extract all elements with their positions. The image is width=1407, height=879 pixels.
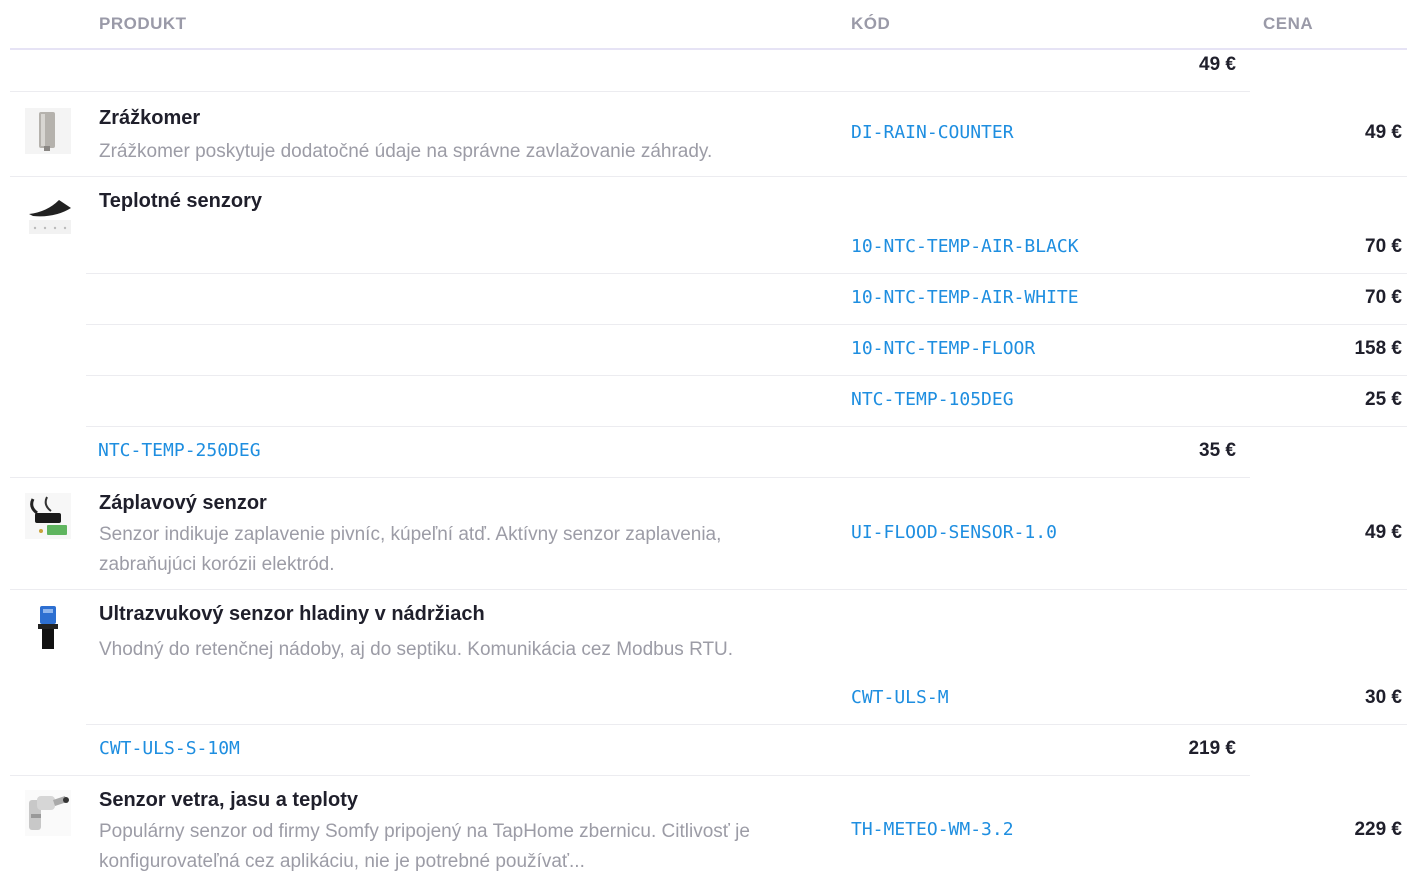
product-code-link[interactable]: CWT-ULS-S-10M: [99, 738, 240, 759]
product-description: Senzor indikuje zaplavenie pivníc, kúpeľ…: [99, 524, 722, 575]
product-code-link[interactable]: CWT-ULS-M: [851, 687, 949, 708]
row-divider: [86, 375, 1407, 376]
row-divider: [86, 724, 1407, 725]
price-cell: 49 €: [1365, 522, 1402, 543]
product-description: Populárny senzor od firmy Somfy pripojen…: [99, 821, 750, 872]
row-divider: [10, 589, 1407, 590]
product-name[interactable]: Senzor vetra, jasu a teploty: [99, 789, 358, 812]
temperature-probe-icon: [25, 190, 71, 236]
row-divider: [10, 91, 1250, 92]
row-divider: [10, 176, 1407, 177]
product-code-link[interactable]: UI-FLOOD-SENSOR-1.0: [851, 522, 1057, 543]
price-cell: 70 €: [1365, 236, 1402, 257]
price-cell: 30 €: [1365, 687, 1402, 708]
header-divider: [10, 48, 1407, 50]
column-header-product: PRODUKT: [99, 14, 187, 33]
product-code-link[interactable]: NTC-TEMP-250DEG: [98, 440, 261, 461]
product-code-link[interactable]: TH-METEO-WM-3.2: [851, 819, 1014, 840]
row-divider: [10, 477, 1250, 478]
product-code-link[interactable]: 10-NTC-TEMP-AIR-WHITE: [851, 287, 1079, 308]
product-name[interactable]: Zrážkomer: [99, 107, 200, 130]
column-header-price: CENA: [1263, 14, 1314, 33]
product-code-link[interactable]: DI-RAIN-COUNTER: [851, 122, 1014, 143]
price-cell: 49 €: [1365, 122, 1402, 143]
column-header-code: KÓD: [851, 14, 891, 33]
product-code-link[interactable]: 10-NTC-TEMP-AIR-BLACK: [851, 236, 1079, 257]
row-divider: [86, 324, 1407, 325]
product-code-link[interactable]: 10-NTC-TEMP-FLOOR: [851, 338, 1035, 359]
rain-gauge-icon: [25, 108, 71, 154]
product-description: Zrážkomer poskytuje dodatočné údaje na s…: [99, 141, 713, 162]
row-divider: [86, 426, 1407, 427]
price-cell: 25 €: [1365, 389, 1402, 410]
product-name[interactable]: Záplavový senzor: [99, 492, 267, 515]
price-cell: 49 €: [1199, 54, 1236, 75]
product-name[interactable]: Ultrazvukový senzor hladiny v nádržiach: [99, 603, 485, 626]
price-cell: 229 €: [1354, 819, 1402, 840]
row-divider: [86, 273, 1407, 274]
product-name[interactable]: Teplotné senzory: [99, 190, 262, 213]
product-description: Vhodný do retenčnej nádoby, aj do septik…: [99, 639, 734, 660]
product-code-link[interactable]: NTC-TEMP-105DEG: [851, 389, 1014, 410]
price-cell: 158 €: [1354, 338, 1402, 359]
weather-sensor-icon: [25, 790, 71, 836]
ultrasonic-sensor-icon: [25, 604, 71, 650]
price-cell: 35 €: [1199, 440, 1236, 461]
flood-sensor-icon: [25, 493, 71, 539]
row-divider: [10, 775, 1250, 776]
price-cell: 70 €: [1365, 287, 1402, 308]
price-cell: 219 €: [1188, 738, 1236, 759]
